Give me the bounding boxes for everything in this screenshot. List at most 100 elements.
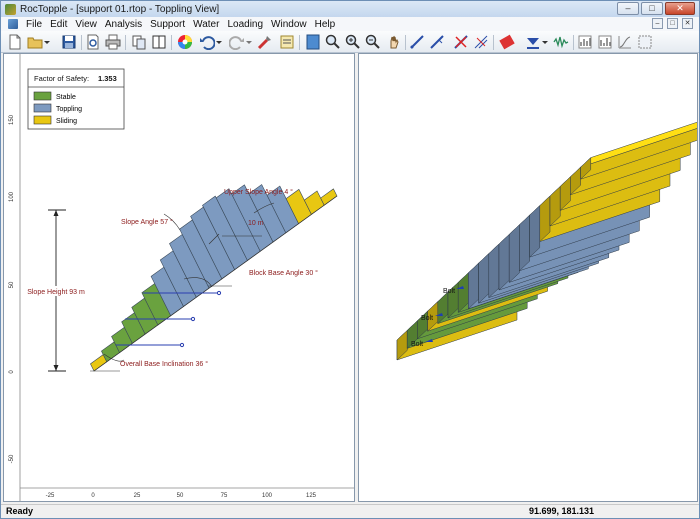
color-wheel-icon[interactable]	[177, 34, 193, 50]
add-bolt-icon[interactable]	[409, 34, 425, 50]
water-pressure-icon[interactable]	[499, 34, 515, 50]
toolbar-separator	[299, 35, 300, 50]
toolbar	[1, 31, 699, 53]
menu-help[interactable]: Help	[311, 19, 340, 30]
menu-edit[interactable]: Edit	[46, 19, 71, 30]
window-controls: – □ ✕	[617, 2, 695, 15]
x-tick-50: 50	[177, 493, 184, 499]
legend-label-sliding: Sliding	[56, 118, 77, 125]
x-tick-0: 0	[91, 493, 95, 499]
redo-dropdown-icon[interactable]	[245, 34, 253, 50]
menu-window[interactable]: Window	[267, 19, 311, 30]
loading-dropdown-icon[interactable]	[541, 34, 549, 50]
legend-swatch-stable	[33, 91, 52, 101]
close-button[interactable]: ✕	[665, 2, 695, 15]
info-viewer-icon[interactable]	[279, 34, 295, 50]
upper-slope-angle-label: Upper Slope Angle 4 °	[224, 188, 293, 196]
save-icon[interactable]	[61, 34, 77, 50]
y-tick-minus50: -50	[9, 454, 15, 463]
slope-height-label: Slope Height 93 m	[27, 289, 85, 296]
section-view-pane[interactable]: 150 100 50 0 -50 -25 0 25 50 75 100 125 …	[3, 53, 355, 502]
status-bar: Ready 91.699, 181.131	[1, 504, 699, 518]
print-preview-icon[interactable]	[85, 34, 101, 50]
toolbar-separator	[171, 35, 172, 50]
document-window-controls: – □ ✕	[652, 18, 693, 29]
legend: Factor of Safety: 1.353 Stable Toppling …	[27, 68, 125, 130]
toolbar-separator	[405, 35, 406, 50]
cursor-coordinates: 91.699, 181.131	[529, 506, 595, 516]
delete-support-icon[interactable]	[453, 34, 469, 50]
3d-view-pane[interactable]: Bolt Bolt Bolt	[358, 53, 698, 502]
menu-view[interactable]: View	[71, 19, 101, 30]
menu-water[interactable]: Water	[189, 19, 223, 30]
slope-height-dimension: Slope Height 93 m	[24, 209, 88, 372]
x-tick-minus25: -25	[46, 493, 55, 499]
menu-loading[interactable]: Loading	[223, 19, 267, 30]
remove-all-supports-icon[interactable]	[473, 34, 489, 50]
undo-dropdown-icon[interactable]	[215, 34, 223, 50]
pan-hand-icon[interactable]	[387, 34, 403, 50]
bolt-label-3: Bolt	[411, 341, 423, 348]
minimize-button[interactable]: –	[617, 2, 639, 15]
tile-windows-icon[interactable]	[151, 34, 167, 50]
toolbar-separator	[81, 35, 82, 50]
chart-bars-icon[interactable]	[577, 34, 593, 50]
undo-icon[interactable]	[199, 34, 215, 50]
3d-blocks[interactable]	[396, 118, 697, 361]
grid-icon[interactable]	[637, 34, 653, 50]
zoom-in-icon[interactable]	[345, 34, 361, 50]
y-axis-ticks: 150 100 50 0 -50	[9, 114, 15, 463]
loading-icon[interactable]	[525, 34, 541, 50]
legend-swatch-toppling	[33, 103, 52, 113]
slope-blocks[interactable]	[90, 184, 338, 372]
menu-bar: File Edit View Analysis Support Water Lo…	[1, 17, 699, 31]
seismic-icon[interactable]	[553, 34, 569, 50]
y-tick-100: 100	[9, 191, 15, 202]
zoom-extents-icon[interactable]	[305, 34, 321, 50]
status-ready-text: Ready	[6, 506, 34, 516]
menu-file[interactable]: File	[22, 19, 46, 30]
y-tick-150: 150	[9, 114, 15, 125]
title-bar: RocTopple - [support 01.rtop - Toppling …	[1, 1, 699, 17]
fos-label: Factor of Safety:	[34, 74, 89, 83]
bolt-label-2: Bolt	[421, 315, 433, 322]
fos-value: 1.353	[98, 74, 117, 83]
open-folder-icon[interactable]	[27, 34, 43, 50]
chart-curve-icon[interactable]	[617, 34, 633, 50]
doc-close-button[interactable]: ✕	[682, 18, 693, 29]
zoom-out-icon[interactable]	[365, 34, 381, 50]
block-3d-side[interactable]	[519, 214, 530, 272]
x-tick-75: 75	[221, 493, 228, 499]
section-view-canvas[interactable]: 150 100 50 0 -50 -25 0 25 50 75 100 125 …	[4, 54, 354, 501]
menu-support[interactable]: Support	[146, 19, 189, 30]
doc-restore-button[interactable]: □	[667, 18, 678, 29]
x-tick-125: 125	[306, 493, 317, 499]
slope-block[interactable]	[320, 188, 338, 206]
maximize-button[interactable]: □	[641, 2, 663, 15]
app-icon	[5, 3, 16, 15]
open-dropdown-icon[interactable]	[43, 34, 51, 50]
redo-icon[interactable]	[229, 34, 245, 50]
document-icon[interactable]	[8, 19, 18, 29]
3d-view-canvas[interactable]: Bolt Bolt Bolt	[359, 54, 697, 501]
x-axis-ticks: -25 0 25 50 75 100 125	[46, 493, 317, 499]
block-3d-side[interactable]	[508, 224, 520, 283]
menu-analysis[interactable]: Analysis	[101, 19, 146, 30]
chart-report-icon[interactable]	[597, 34, 613, 50]
copy-icon[interactable]	[131, 34, 147, 50]
y-tick-50: 50	[9, 281, 15, 288]
block-3d-side[interactable]	[498, 233, 510, 291]
new-document-icon[interactable]	[7, 34, 23, 50]
block-3d-side[interactable]	[488, 243, 500, 299]
toolbar-separator	[125, 35, 126, 50]
tools-icon[interactable]	[257, 34, 273, 50]
print-icon[interactable]	[105, 34, 121, 50]
bolt-anchor	[190, 316, 196, 322]
doc-minimize-button[interactable]: –	[652, 18, 663, 29]
legend-swatch-sliding	[33, 115, 52, 125]
edit-bolt-icon[interactable]	[429, 34, 445, 50]
bolt-anchor	[216, 290, 222, 296]
bolt-anchor	[179, 342, 185, 348]
zoom-window-icon[interactable]	[325, 34, 341, 50]
x-tick-25: 25	[134, 493, 141, 499]
